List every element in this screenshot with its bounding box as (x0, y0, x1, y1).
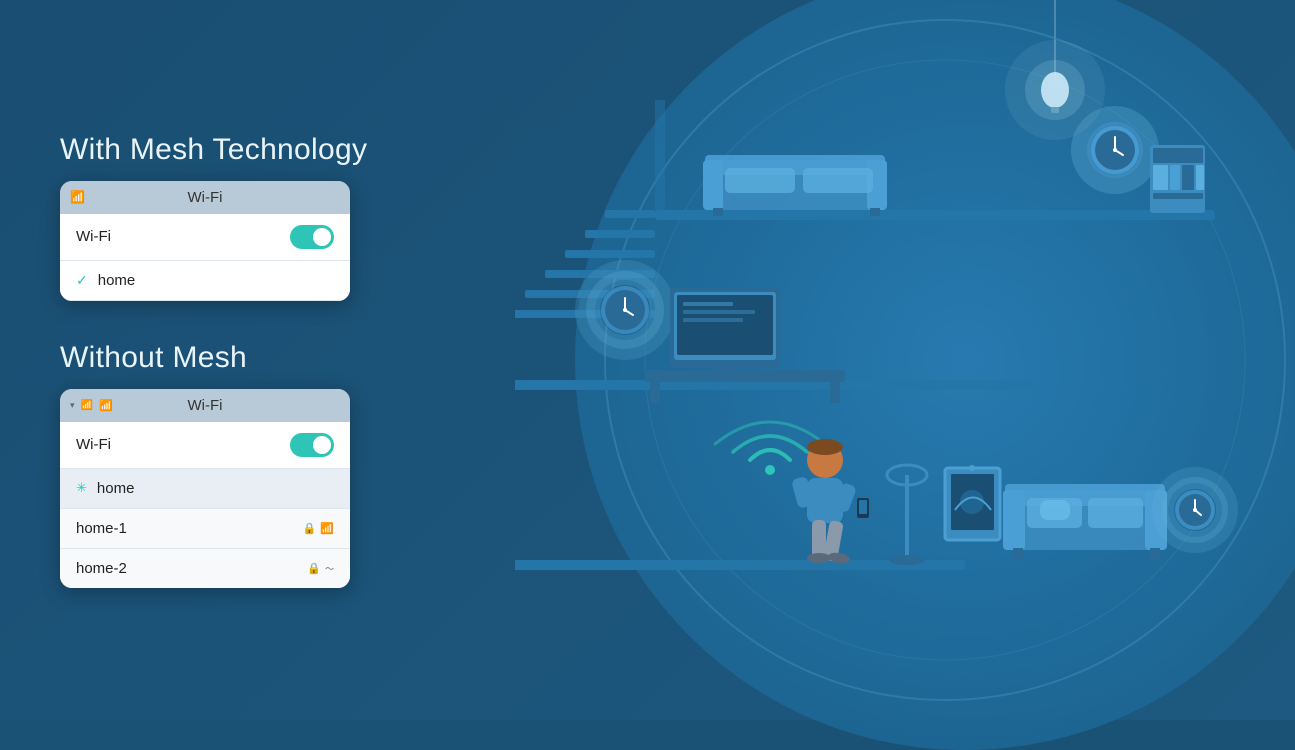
without-mesh-mockup: ▾ 📶 📶 Wi-Fi Wi-Fi ✳ home home-1 (60, 389, 350, 588)
wifi-toggle-2[interactable] (290, 433, 334, 457)
mockup-title-2: Wi-Fi (188, 397, 223, 414)
home-1-row: home-1 🔒 📶 (60, 509, 350, 549)
with-mesh-title: With Mesh Technology (60, 133, 540, 167)
with-mesh-section: With Mesh Technology 📶 Wi-Fi Wi-Fi ✓ hom… (60, 133, 540, 301)
with-mesh-mockup: 📶 Wi-Fi Wi-Fi ✓ home (60, 181, 350, 301)
wifi-icon-sm-3: 📶 (99, 399, 113, 412)
check-icon-1: ✓ (76, 272, 88, 289)
home-2-name: home-2 (76, 560, 127, 577)
wifi-icon-sm-2: 📶 (81, 400, 93, 411)
wifi-toggle-1[interactable] (290, 225, 334, 249)
home-network-row-1: ✓ home (60, 261, 350, 301)
wifi-label-1: Wi-Fi (76, 228, 111, 245)
home-network-name-1: home (98, 272, 136, 289)
mockup-titlebar-1: 📶 Wi-Fi (60, 181, 350, 214)
home-2-icons: 🔒 〜 (307, 562, 334, 575)
mockup-title-1: Wi-Fi (188, 189, 223, 206)
mockup-titlebar-2: ▾ 📶 📶 Wi-Fi (60, 389, 350, 422)
wifi-signal-icon: 📶 (70, 190, 85, 204)
lock-icon-1: 🔒 (303, 522, 317, 535)
loading-icon: ✳ (76, 480, 87, 496)
home-1-name: home-1 (76, 520, 127, 537)
wifi-label-2: Wi-Fi (76, 436, 111, 453)
home-1-icons: 🔒 📶 (303, 522, 334, 535)
without-mesh-section: Without Mesh ▾ 📶 📶 Wi-Fi Wi-Fi ✳ home (60, 341, 540, 588)
wifi-toggle-row-2: Wi-Fi (60, 422, 350, 469)
home-network-row-2: ✳ home (60, 469, 350, 509)
wifi-icon-2: 〜 (325, 562, 334, 575)
home-2-row: home-2 🔒 〜 (60, 549, 350, 588)
home-network-name-2: home (97, 480, 135, 497)
lock-icon-2: 🔒 (307, 562, 321, 575)
wifi-icon-sm-1: ▾ (70, 400, 75, 411)
illustration-scene (515, 0, 1295, 720)
wifi-toggle-row-1: Wi-Fi (60, 214, 350, 261)
without-mesh-title: Without Mesh (60, 341, 540, 375)
wifi-icon-1: 📶 (320, 522, 334, 535)
